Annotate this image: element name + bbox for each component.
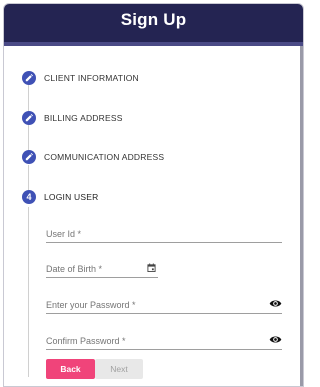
- step-client-information[interactable]: CLIENT INFORMATION: [22, 70, 139, 86]
- confirm-password-input[interactable]: [46, 333, 256, 349]
- eye-icon[interactable]: [268, 332, 282, 346]
- calendar-icon[interactable]: [144, 260, 158, 274]
- step-content-line: [28, 207, 29, 377]
- step-communication-address[interactable]: COMMUNICATION ADDRESS: [22, 149, 164, 165]
- back-button[interactable]: Back: [46, 359, 95, 379]
- step-label: BILLING ADDRESS: [44, 113, 123, 123]
- next-button[interactable]: Next: [95, 359, 143, 379]
- pencil-icon: [22, 71, 36, 85]
- step-billing-address[interactable]: BILLING ADDRESS: [22, 110, 123, 126]
- step-label: COMMUNICATION ADDRESS: [44, 152, 165, 162]
- scrollbar[interactable]: [300, 46, 303, 386]
- date-of-birth-input[interactable]: [46, 261, 141, 277]
- user-id-field: [46, 224, 282, 243]
- eye-icon[interactable]: [268, 296, 282, 310]
- date-of-birth-field: [46, 259, 158, 278]
- page-title: Sign Up: [120, 10, 187, 29]
- password-field: [46, 295, 282, 314]
- step-connector: [28, 125, 29, 152]
- step-label: LOGIN USER: [44, 192, 99, 202]
- step-connector: [28, 165, 29, 190]
- step-login-user[interactable]: 4 LOGIN USER: [22, 189, 98, 205]
- step-number: 4: [22, 190, 36, 204]
- step-connector: [28, 85, 29, 112]
- password-input[interactable]: [46, 297, 256, 313]
- user-id-input[interactable]: [46, 226, 282, 242]
- step-label: CLIENT INFORMATION: [44, 73, 139, 83]
- confirm-password-field: [46, 331, 282, 350]
- header-bar: Sign Up: [4, 4, 303, 46]
- pencil-icon: [22, 111, 36, 125]
- pencil-icon: [22, 150, 36, 164]
